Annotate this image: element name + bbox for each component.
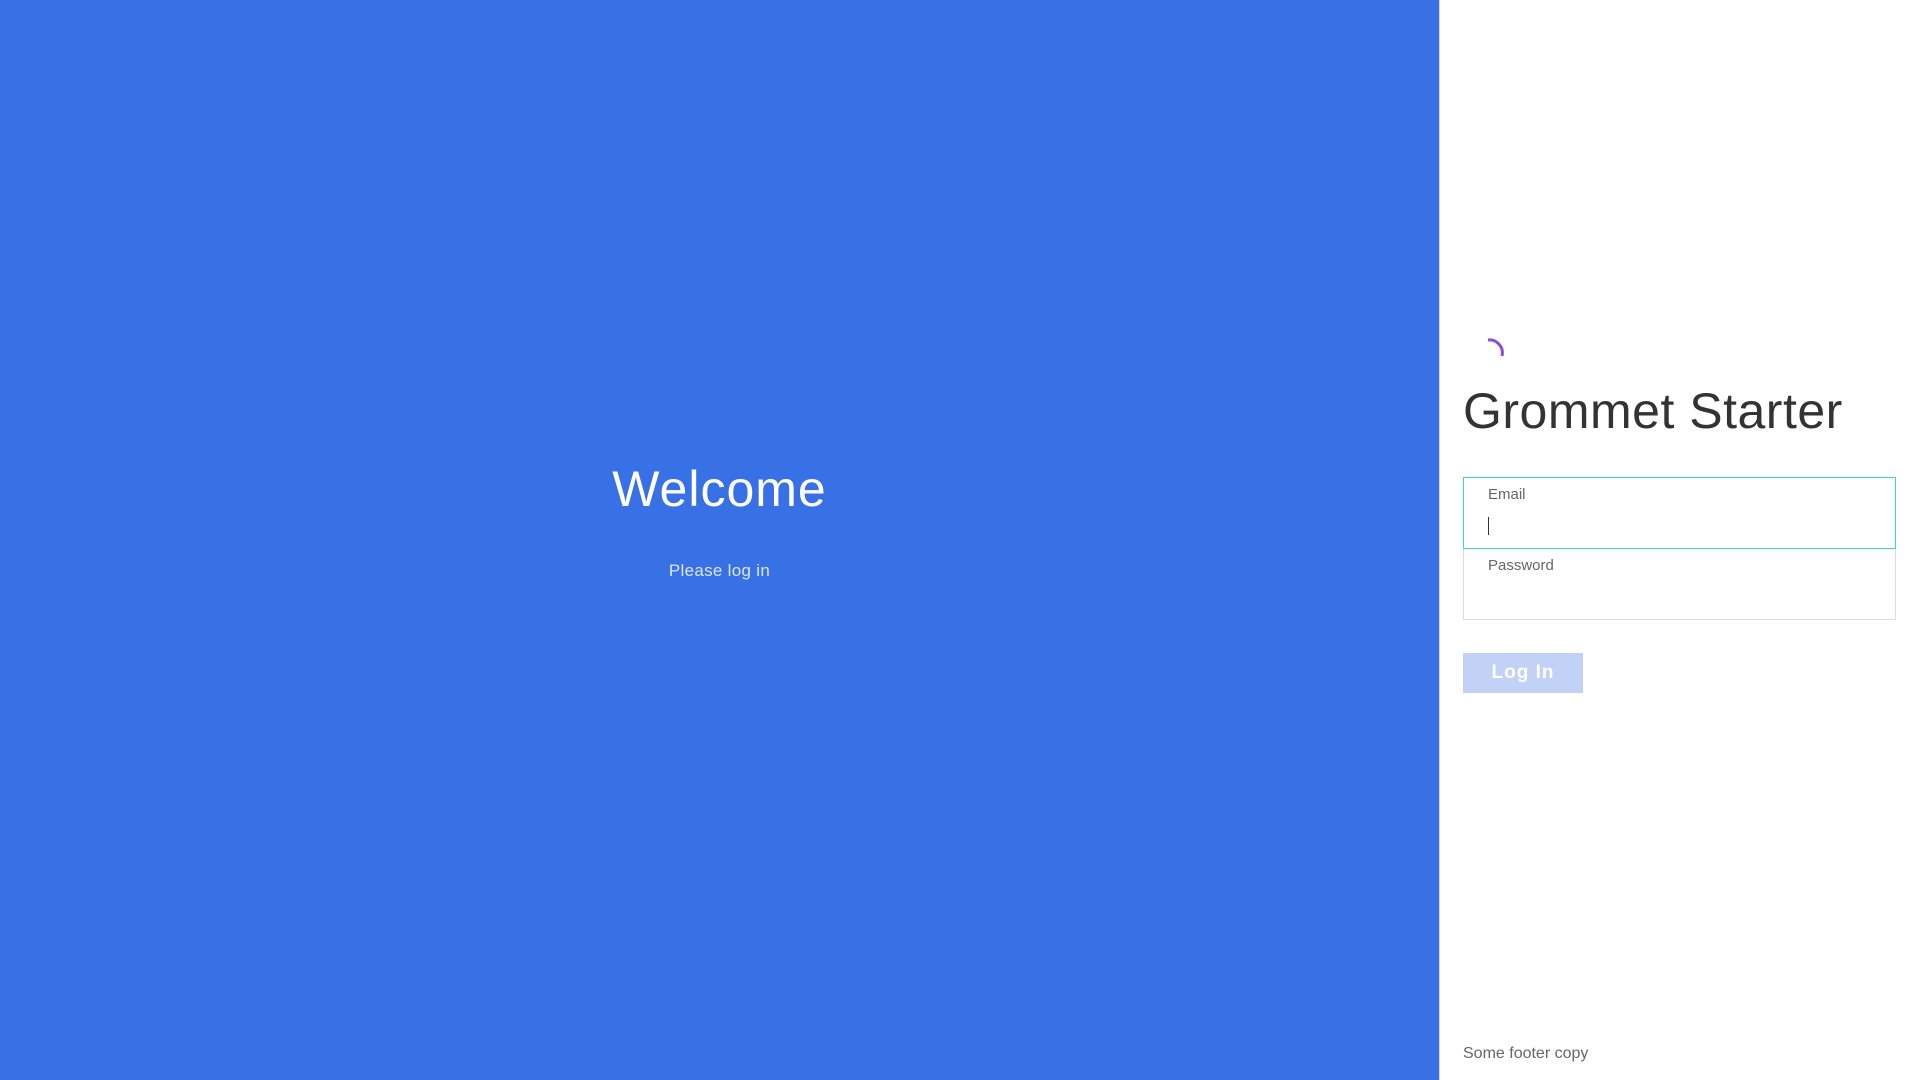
email-field[interactable]: Email	[1463, 477, 1896, 549]
email-label: Email	[1488, 486, 1526, 503]
welcome-panel: Welcome Please log in	[0, 0, 1439, 1080]
footer-copy: Some footer copy	[1463, 1045, 1589, 1062]
loading-spinner-icon	[1487, 338, 1504, 357]
login-panel: Grommet Starter Email Password Log In So…	[1440, 0, 1920, 1080]
password-label: Password	[1488, 557, 1554, 574]
welcome-title: Welcome	[612, 461, 827, 517]
welcome-content: Welcome Please log in	[0, 462, 1439, 581]
password-input[interactable]	[1487, 583, 1872, 611]
login-button[interactable]: Log In	[1463, 653, 1583, 693]
email-input[interactable]	[1487, 512, 1872, 540]
welcome-subtitle: Please log in	[668, 561, 771, 580]
app-title: Grommet Starter	[1463, 383, 1843, 439]
login-form: Email Password	[1463, 477, 1896, 620]
login-page: Welcome Please log in Grommet Starter Em…	[0, 0, 1920, 1080]
text-cursor	[1488, 517, 1489, 535]
password-field[interactable]: Password	[1463, 548, 1896, 620]
